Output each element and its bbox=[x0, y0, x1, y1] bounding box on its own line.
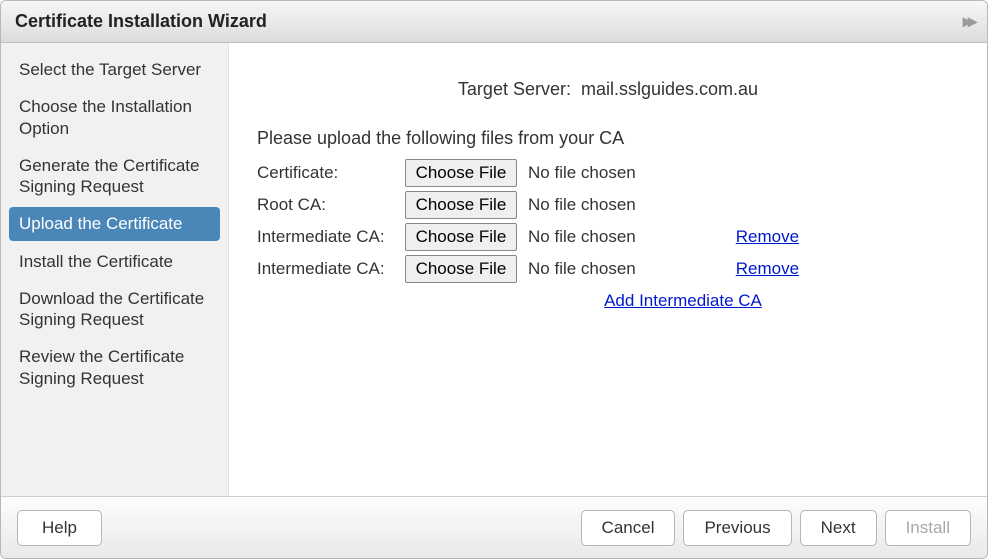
install-button: Install bbox=[885, 510, 971, 546]
choose-file-certificate[interactable]: Choose File bbox=[405, 159, 518, 187]
fast-forward-icon[interactable]: ▸▸ bbox=[963, 11, 973, 32]
step-sidebar: Select the Target Server Choose the Inst… bbox=[1, 43, 229, 496]
sidebar-item-label: Download the Certificate Signing Request bbox=[19, 289, 204, 329]
wizard-window: Certificate Installation Wizard ▸▸ Selec… bbox=[0, 0, 988, 559]
add-intermediate-row: Add Intermediate CA bbox=[407, 291, 959, 311]
sidebar-item-review-csr[interactable]: Review the Certificate Signing Request bbox=[9, 340, 220, 395]
label-certificate: Certificate: bbox=[257, 159, 405, 187]
sidebar-item-label: Review the Certificate Signing Request bbox=[19, 347, 184, 387]
file-status-root-ca: No file chosen bbox=[528, 195, 636, 214]
sidebar-item-label: Choose the Installation Option bbox=[19, 97, 192, 137]
sidebar-item-label: Generate the Certificate Signing Request bbox=[19, 156, 199, 196]
label-intermediate-ca-2: Intermediate CA: bbox=[257, 255, 405, 283]
file-status-intermediate-ca-2: No file chosen bbox=[528, 259, 636, 278]
row-certificate: Certificate: Choose File No file chosen bbox=[257, 159, 799, 187]
remove-intermediate-ca-1[interactable]: Remove bbox=[736, 227, 799, 246]
choose-file-intermediate-ca-2[interactable]: Choose File bbox=[405, 255, 518, 283]
sidebar-item-label: Install the Certificate bbox=[19, 252, 173, 271]
upload-prompt: Please upload the following files from y… bbox=[257, 128, 959, 149]
main-panel: Target Server: mail.sslguides.com.au Ple… bbox=[229, 43, 987, 496]
add-intermediate-ca-link[interactable]: Add Intermediate CA bbox=[604, 291, 762, 310]
sidebar-item-install-cert[interactable]: Install the Certificate bbox=[9, 245, 220, 278]
wizard-body: Select the Target Server Choose the Inst… bbox=[1, 43, 987, 496]
sidebar-item-generate-csr[interactable]: Generate the Certificate Signing Request bbox=[9, 149, 220, 204]
row-root-ca: Root CA: Choose File No file chosen bbox=[257, 191, 799, 219]
choose-file-root-ca[interactable]: Choose File bbox=[405, 191, 518, 219]
window-title: Certificate Installation Wizard bbox=[15, 11, 267, 32]
file-status-intermediate-ca-1: No file chosen bbox=[528, 227, 636, 246]
row-intermediate-ca-1: Intermediate CA: Choose File No file cho… bbox=[257, 223, 799, 251]
target-server-line: Target Server: mail.sslguides.com.au bbox=[257, 79, 959, 100]
label-root-ca: Root CA: bbox=[257, 191, 405, 219]
wizard-footer: Help Cancel Previous Next Install bbox=[1, 496, 987, 558]
file-status-certificate: No file chosen bbox=[528, 163, 636, 182]
sidebar-item-download-csr[interactable]: Download the Certificate Signing Request bbox=[9, 282, 220, 337]
target-server-value: mail.sslguides.com.au bbox=[581, 79, 758, 99]
choose-file-intermediate-ca-1[interactable]: Choose File bbox=[405, 223, 518, 251]
previous-button[interactable]: Previous bbox=[683, 510, 791, 546]
help-button[interactable]: Help bbox=[17, 510, 102, 546]
titlebar: Certificate Installation Wizard ▸▸ bbox=[1, 1, 987, 43]
target-server-label: Target Server: bbox=[458, 79, 571, 99]
next-button[interactable]: Next bbox=[800, 510, 877, 546]
cancel-button[interactable]: Cancel bbox=[581, 510, 676, 546]
file-upload-table: Certificate: Choose File No file chosen … bbox=[257, 155, 799, 287]
row-intermediate-ca-2: Intermediate CA: Choose File No file cho… bbox=[257, 255, 799, 283]
label-intermediate-ca-1: Intermediate CA: bbox=[257, 223, 405, 251]
sidebar-item-label: Upload the Certificate bbox=[19, 214, 182, 233]
remove-intermediate-ca-2[interactable]: Remove bbox=[736, 259, 799, 278]
sidebar-item-choose-option[interactable]: Choose the Installation Option bbox=[9, 90, 220, 145]
sidebar-item-label: Select the Target Server bbox=[19, 60, 201, 79]
sidebar-item-upload-cert[interactable]: Upload the Certificate bbox=[9, 207, 220, 240]
sidebar-item-select-target[interactable]: Select the Target Server bbox=[9, 53, 220, 86]
